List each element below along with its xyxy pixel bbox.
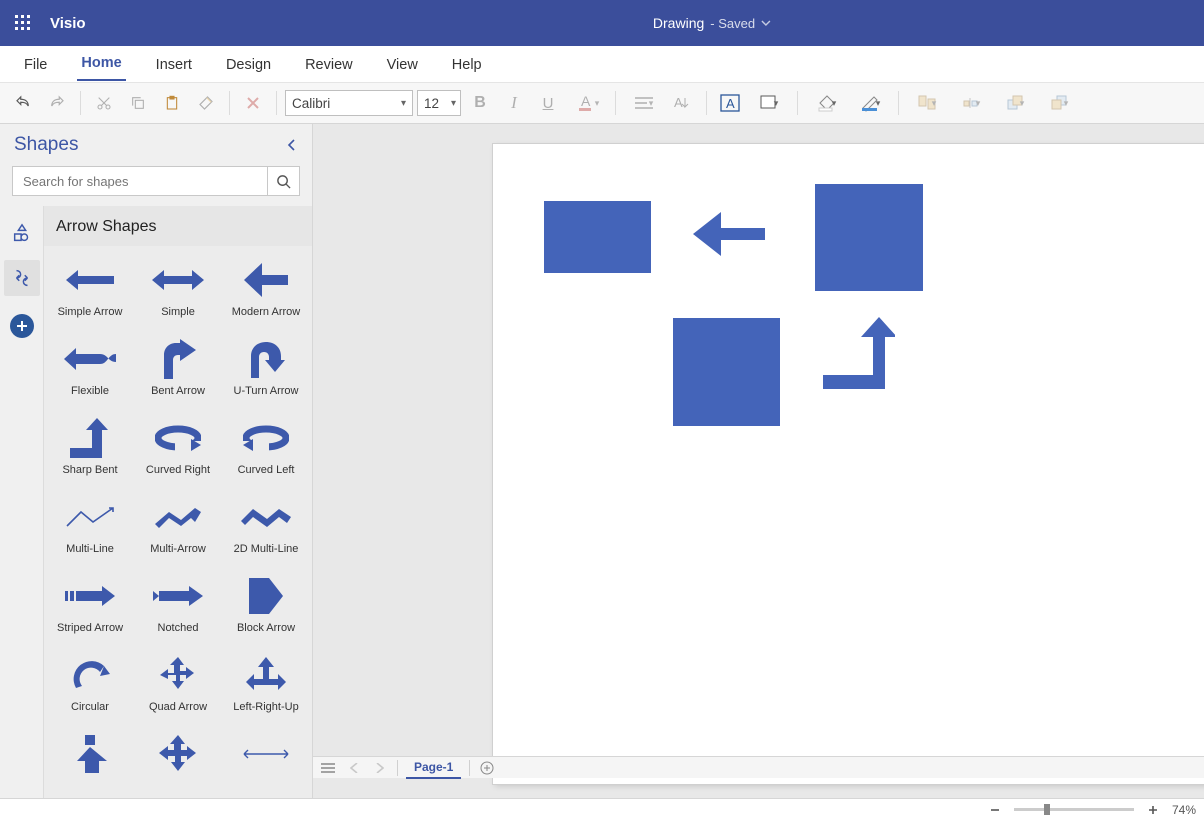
shape-simple-arrow[interactable]: Simple Arrow bbox=[46, 254, 134, 329]
menu-help[interactable]: Help bbox=[448, 51, 486, 81]
shape-circular[interactable]: Circular bbox=[46, 649, 134, 724]
shape-left-right-up[interactable]: Left-Right-Up bbox=[222, 649, 310, 724]
shape-curved-left[interactable]: Curved Left bbox=[222, 412, 310, 487]
app-launcher[interactable] bbox=[0, 0, 46, 46]
shape-modern-arrow[interactable]: Modern Arrow bbox=[222, 254, 310, 329]
menu-design[interactable]: Design bbox=[222, 51, 275, 81]
shape-2d-multiline[interactable]: 2D Multi-Line bbox=[222, 491, 310, 566]
text-tool-button[interactable]: A bbox=[715, 88, 745, 118]
menu-file[interactable]: File bbox=[20, 51, 51, 81]
menu-review[interactable]: Review bbox=[301, 51, 357, 81]
zoom-level: 74% bbox=[1172, 803, 1196, 817]
shape-simple-double[interactable]: Simple bbox=[134, 254, 222, 329]
shape-extra-1[interactable] bbox=[46, 728, 134, 790]
shape-bent-arrow[interactable]: Bent Arrow bbox=[134, 333, 222, 408]
canvas[interactable] bbox=[313, 124, 1204, 798]
chevron-down-icon bbox=[761, 18, 771, 28]
drawing-page[interactable] bbox=[493, 144, 1204, 784]
font-family-select[interactable]: Calibri▾ bbox=[285, 90, 413, 116]
shape-search-input[interactable] bbox=[13, 167, 267, 195]
shape-flexible[interactable]: Flexible bbox=[46, 333, 134, 408]
svg-text:A: A bbox=[674, 95, 683, 110]
zoom-in-button[interactable] bbox=[1144, 801, 1162, 819]
menu-view[interactable]: View bbox=[383, 51, 422, 81]
fill-bucket-button[interactable]: ▾ bbox=[806, 88, 846, 118]
next-page-button[interactable] bbox=[371, 759, 389, 777]
zoom-slider[interactable] bbox=[1014, 808, 1134, 811]
canvas-shape-bent-arrow[interactable] bbox=[823, 317, 895, 389]
add-stencil-button[interactable] bbox=[10, 314, 34, 338]
text-direction-button[interactable]: A bbox=[668, 88, 698, 118]
paste-button[interactable] bbox=[157, 88, 187, 118]
shape-extra-3[interactable] bbox=[222, 728, 310, 790]
cut-button[interactable] bbox=[89, 88, 119, 118]
shape-uturn-arrow[interactable]: U-Turn Arrow bbox=[222, 333, 310, 408]
shape-curved-right[interactable]: Curved Right bbox=[134, 412, 222, 487]
italic-button[interactable]: I bbox=[499, 88, 529, 118]
doc-name: Drawing bbox=[653, 15, 704, 31]
shape-notched[interactable]: Notched bbox=[134, 570, 222, 645]
format-painter-button[interactable] bbox=[191, 88, 221, 118]
copy-button[interactable] bbox=[123, 88, 153, 118]
shapes-pane: Shapes Arrow Shapes bbox=[0, 124, 313, 798]
svg-text:A: A bbox=[726, 96, 735, 111]
shape-quad-arrow[interactable]: Quad Arrow bbox=[134, 649, 222, 724]
shape-grid: Simple Arrow Simple Modern Arrow Flexibl… bbox=[44, 246, 312, 798]
app-name: Visio bbox=[50, 15, 86, 32]
shape-search[interactable] bbox=[12, 166, 300, 196]
canvas-shape-rect-3[interactable] bbox=[673, 318, 780, 426]
align-button[interactable]: ▾ bbox=[624, 88, 664, 118]
shape-sharp-bent[interactable]: Sharp Bent bbox=[46, 412, 134, 487]
canvas-shape-arrow[interactable] bbox=[693, 206, 765, 262]
shapes-pane-title: Shapes bbox=[14, 134, 78, 156]
stencil-tab-basic[interactable] bbox=[4, 216, 40, 252]
search-icon[interactable] bbox=[267, 167, 299, 195]
save-status: - Saved bbox=[710, 16, 755, 31]
collapse-pane-button[interactable] bbox=[286, 138, 298, 152]
zoom-out-button[interactable] bbox=[986, 801, 1004, 819]
undo-button[interactable] bbox=[8, 88, 38, 118]
document-title[interactable]: Drawing - Saved bbox=[433, 15, 771, 31]
redo-button[interactable] bbox=[42, 88, 72, 118]
font-size-select[interactable]: 12▾ bbox=[417, 90, 461, 116]
shape-extra-2[interactable] bbox=[134, 728, 222, 790]
shape-multi-line[interactable]: Multi-Line bbox=[46, 491, 134, 566]
shape-striped-arrow[interactable]: Striped Arrow bbox=[46, 570, 134, 645]
svg-text:A: A bbox=[581, 93, 591, 109]
line-color-button[interactable]: ▾ bbox=[850, 88, 890, 118]
underline-button[interactable]: U bbox=[533, 88, 563, 118]
page-tab-bar: Page-1 bbox=[313, 756, 1204, 778]
send-back-button[interactable]: ▾ bbox=[1039, 88, 1079, 118]
stencil-title: Arrow Shapes bbox=[44, 206, 312, 246]
canvas-shape-rect-1[interactable] bbox=[544, 201, 651, 273]
font-color-button[interactable]: A▾ bbox=[567, 88, 607, 118]
pages-list-button[interactable] bbox=[319, 759, 337, 777]
ribbon: Calibri▾ 12▾ B I U A▾ ▾ A A ▾ ▾ ▾ ▾ ▾ ▾ … bbox=[0, 82, 1204, 124]
delete-button[interactable] bbox=[238, 88, 268, 118]
status-bar: 74% bbox=[0, 798, 1204, 820]
canvas-shape-rect-2[interactable] bbox=[815, 184, 923, 291]
menu-bar: File Home Insert Design Review View Help bbox=[0, 46, 1204, 82]
add-page-button[interactable] bbox=[478, 759, 496, 777]
menu-insert[interactable]: Insert bbox=[152, 51, 196, 81]
prev-page-button[interactable] bbox=[345, 759, 363, 777]
bold-button[interactable]: B bbox=[465, 88, 495, 118]
menu-home[interactable]: Home bbox=[77, 49, 125, 81]
shape-block-arrow[interactable]: Block Arrow bbox=[222, 570, 310, 645]
page-tab-1[interactable]: Page-1 bbox=[406, 757, 461, 779]
arrange-button[interactable]: ▾ bbox=[951, 88, 991, 118]
stencil-tab-arrows[interactable] bbox=[4, 260, 40, 296]
bring-front-button[interactable]: ▾ bbox=[995, 88, 1035, 118]
shape-fill-button[interactable]: ▾ bbox=[749, 88, 789, 118]
align-objects-button[interactable]: ▾ bbox=[907, 88, 947, 118]
shape-multi-arrow[interactable]: Multi-Arrow bbox=[134, 491, 222, 566]
